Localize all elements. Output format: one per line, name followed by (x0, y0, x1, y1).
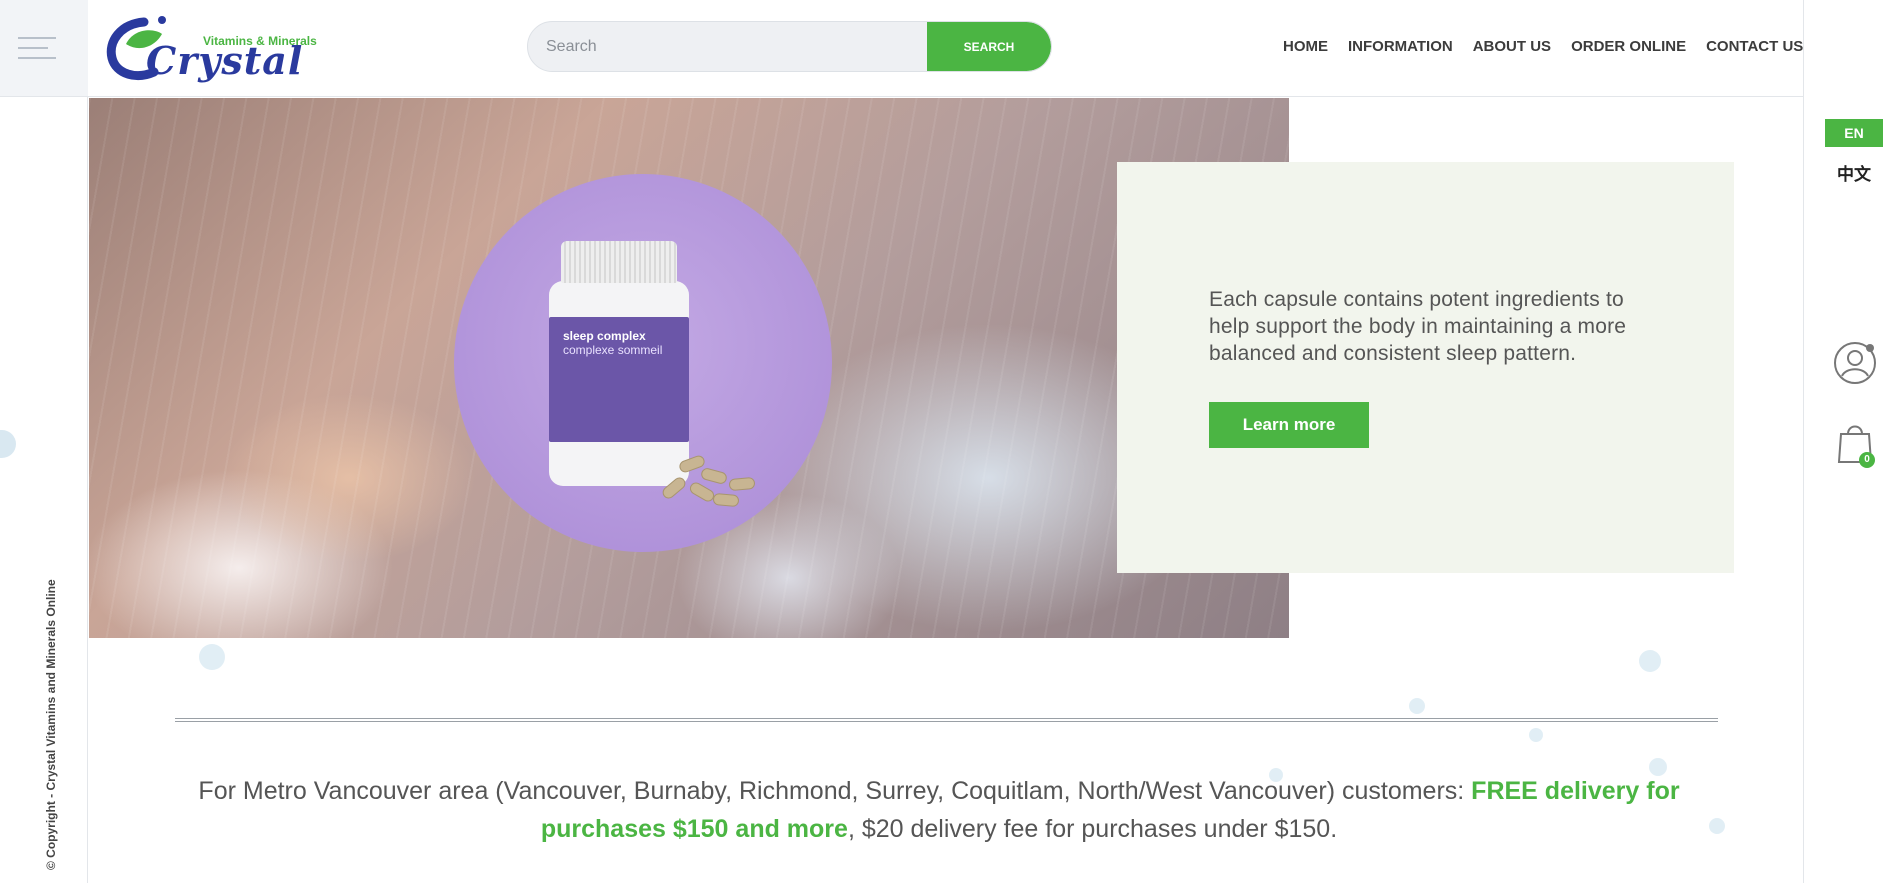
copyright-text: © Copyright - Crystal Vitamins and Miner… (44, 579, 58, 870)
hero-banner: sleep complex complexe sommeil (89, 98, 1289, 638)
search-input[interactable] (528, 22, 930, 71)
search-button[interactable]: SEARCH (927, 22, 1051, 71)
section-divider (175, 718, 1718, 722)
bg-dot (1709, 818, 1725, 834)
user-icon[interactable] (1833, 341, 1877, 385)
menu-line (18, 57, 56, 59)
delivery-prefix: For Metro Vancouver area (Vancouver, Bur… (198, 777, 1472, 805)
nav-information[interactable]: INFORMATION (1348, 38, 1453, 55)
right-rail: EN 中文 0 (1803, 0, 1901, 883)
nav-home[interactable]: HOME (1283, 38, 1328, 55)
language-en-button[interactable]: EN (1825, 119, 1883, 147)
cart-count-badge: 0 (1859, 452, 1875, 468)
hero-description: Each capsule contains potent ingredients… (1209, 288, 1627, 365)
product-name-fr: complexe sommeil (563, 343, 663, 357)
bg-dot (199, 644, 225, 670)
nav-contact-us[interactable]: CONTACT US (1706, 38, 1803, 55)
menu-icon[interactable] (0, 0, 88, 97)
logo[interactable]: Vitamins & Minerals Crystal (104, 10, 317, 86)
nav-about-us[interactable]: ABOUT US (1473, 38, 1551, 55)
language-zh-button[interactable]: 中文 (1825, 160, 1883, 185)
learn-more-button[interactable]: Learn more (1209, 402, 1369, 448)
logo-name: Crystal (146, 38, 304, 83)
search-bar: SEARCH (527, 21, 1052, 72)
delivery-section: For Metro Vancouver area (Vancouver, Bur… (89, 638, 1803, 883)
bg-dot (1639, 650, 1661, 672)
shopping-bag-icon[interactable]: 0 (1835, 420, 1875, 468)
menu-line (18, 47, 48, 49)
nav-order-online[interactable]: ORDER ONLINE (1571, 38, 1686, 55)
menu-line (18, 37, 56, 39)
user-glyph (1834, 342, 1876, 384)
delivery-notice: For Metro Vancouver area (Vancouver, Bur… (189, 772, 1689, 848)
bottle-cap (561, 241, 677, 283)
bg-dot (1529, 728, 1543, 742)
hero-info-card: Each capsule contains potent ingredients… (1117, 162, 1734, 573)
main-nav: HOME INFORMATION ABOUT US ORDER ONLINE C… (1283, 38, 1803, 55)
bg-dot (1409, 698, 1425, 714)
delivery-suffix: , $20 delivery fee for purchases under $… (847, 815, 1338, 843)
product-bottle: sleep complex complexe sommeil (549, 241, 689, 486)
site-header: Vitamins & Minerals Crystal SEARCH HOME … (88, 0, 1803, 97)
product-name: sleep complex (563, 329, 646, 343)
capsule (712, 492, 740, 508)
